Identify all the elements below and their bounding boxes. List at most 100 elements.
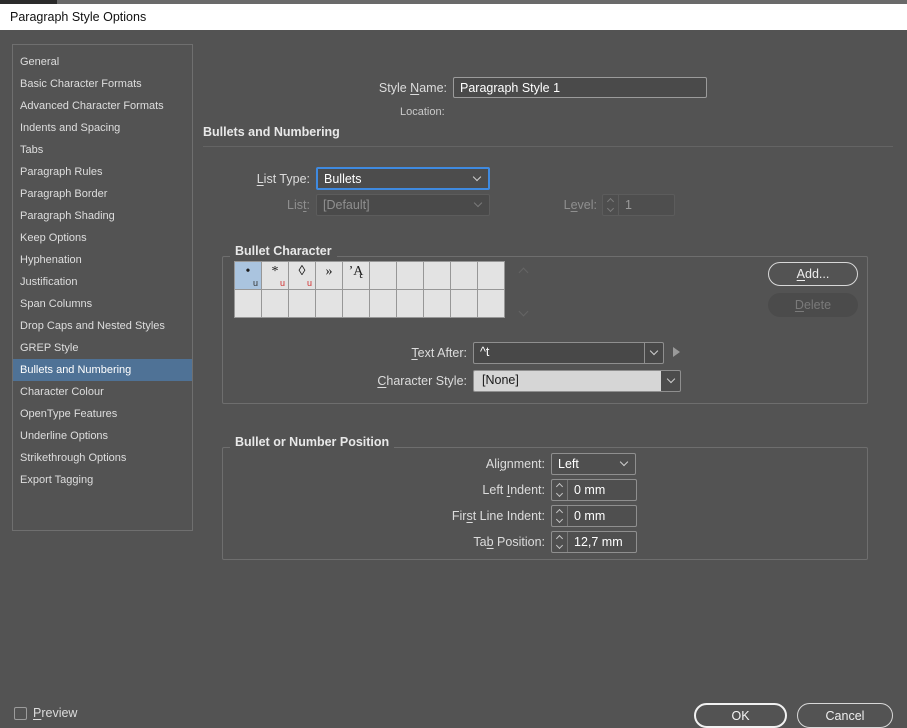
sidebar-item-paragraph-rules[interactable]: Paragraph Rules bbox=[13, 161, 192, 183]
chevron-down-icon bbox=[473, 172, 481, 180]
first-line-indent-value: 0 mm bbox=[568, 509, 605, 523]
alignment-dropdown[interactable]: Left bbox=[551, 453, 636, 475]
sidebar-item-strikethrough-options[interactable]: Strikethrough Options bbox=[13, 447, 192, 469]
level-label: Level: bbox=[500, 198, 597, 212]
list-type-label: List Type: bbox=[180, 172, 310, 186]
window-title: Paragraph Style Options bbox=[10, 4, 146, 30]
sidebar-item-grep-style[interactable]: GREP Style bbox=[13, 337, 192, 359]
bullet-glyph-cell[interactable] bbox=[288, 289, 316, 318]
sidebar-item-character-colour[interactable]: Character Colour bbox=[13, 381, 192, 403]
text-after-value: ^t bbox=[474, 343, 644, 363]
bullet-glyph-cell[interactable]: ◊u bbox=[288, 261, 316, 290]
section-divider bbox=[203, 146, 893, 147]
bullet-glyph-cell[interactable] bbox=[423, 289, 451, 318]
list-type-dropdown[interactable]: Bullets bbox=[316, 167, 490, 190]
bullet-glyph-cell[interactable] bbox=[396, 261, 424, 290]
unicode-marker: u bbox=[280, 278, 285, 288]
stepper-arrows-icon[interactable] bbox=[552, 480, 568, 500]
bullet-glyph-cell[interactable] bbox=[369, 289, 397, 318]
list-label: List: bbox=[180, 198, 310, 212]
cancel-button[interactable]: Cancel bbox=[797, 703, 893, 728]
stepper-arrows-icon[interactable] bbox=[603, 195, 619, 215]
list-type-value: Bullets bbox=[324, 172, 362, 186]
sidebar-item-indents-and-spacing[interactable]: Indents and Spacing bbox=[13, 117, 192, 139]
list-dropdown[interactable]: [Default] bbox=[316, 194, 490, 216]
left-indent-stepper[interactable]: 0 mm bbox=[551, 479, 637, 501]
bullet-glyph-cell[interactable] bbox=[342, 289, 370, 318]
sidebar-item-drop-caps-and-nested-styles[interactable]: Drop Caps and Nested Styles bbox=[13, 315, 192, 337]
text-after-flyout-icon[interactable] bbox=[673, 347, 680, 357]
text-after-label: Text After: bbox=[337, 346, 467, 360]
sidebar-item-paragraph-border[interactable]: Paragraph Border bbox=[13, 183, 192, 205]
bullet-character-group-title: Bullet Character bbox=[230, 244, 337, 258]
sidebar-item-opentype-features[interactable]: OpenType Features bbox=[13, 403, 192, 425]
bullet-glyph-cell[interactable] bbox=[477, 261, 505, 290]
unicode-marker: u bbox=[253, 278, 258, 288]
list-value: [Default] bbox=[323, 198, 370, 212]
sidebar-item-underline-options[interactable]: Underline Options bbox=[13, 425, 192, 447]
tab-position-value: 12,7 mm bbox=[568, 535, 623, 549]
sidebar-item-general[interactable]: General bbox=[13, 51, 192, 73]
stepper-arrows-icon[interactable] bbox=[552, 532, 568, 552]
sidebar-item-span-columns[interactable]: Span Columns bbox=[13, 293, 192, 315]
bullet-glyph-cell[interactable] bbox=[423, 261, 451, 290]
preview-checkbox[interactable] bbox=[14, 707, 27, 720]
first-line-indent-stepper[interactable]: 0 mm bbox=[551, 505, 637, 527]
unicode-marker: u bbox=[307, 278, 312, 288]
first-line-indent-label: First Line Indent: bbox=[345, 509, 545, 523]
text-after-dropdown-button[interactable] bbox=[644, 343, 663, 363]
chevron-down-icon bbox=[620, 458, 628, 466]
left-indent-label: Left Indent: bbox=[345, 483, 545, 497]
sidebar: GeneralBasic Character FormatsAdvanced C… bbox=[12, 44, 193, 531]
character-style-value: [None] bbox=[482, 373, 519, 387]
alignment-label: Alignment: bbox=[345, 457, 545, 471]
bullet-glyph-grid: •u*u◊u»ʼĄ bbox=[234, 261, 516, 317]
character-style-dropdown[interactable]: [None] bbox=[473, 370, 662, 392]
bullet-glyph-cell[interactable] bbox=[450, 289, 478, 318]
stepper-arrows-icon[interactable] bbox=[552, 506, 568, 526]
bullet-glyph-cell[interactable] bbox=[261, 289, 289, 318]
bullet-glyph: ʼĄ bbox=[343, 264, 369, 280]
window-titlebar: Paragraph Style Options bbox=[0, 4, 907, 30]
sidebar-item-advanced-character-formats[interactable]: Advanced Character Formats bbox=[13, 95, 192, 117]
bullet-glyph: » bbox=[316, 264, 342, 280]
text-after-combo[interactable]: ^t bbox=[473, 342, 664, 364]
sidebar-item-bullets-and-numbering[interactable]: Bullets and Numbering bbox=[13, 359, 192, 381]
bullet-glyph-cell[interactable]: •u bbox=[234, 261, 262, 290]
dialog-body: GeneralBasic Character FormatsAdvanced C… bbox=[0, 30, 907, 718]
bullet-glyph-cell[interactable] bbox=[234, 289, 262, 318]
sidebar-item-justification[interactable]: Justification bbox=[13, 271, 192, 293]
bullet-glyph-cell[interactable]: ʼĄ bbox=[342, 261, 370, 290]
character-style-label: Character Style: bbox=[337, 374, 467, 388]
location-label: Location: bbox=[400, 106, 445, 118]
style-name-input[interactable] bbox=[453, 77, 707, 98]
ok-button[interactable]: OK bbox=[694, 703, 787, 728]
bullet-glyph-cell[interactable] bbox=[369, 261, 397, 290]
character-style-dropdown-button[interactable] bbox=[661, 370, 681, 392]
level-stepper[interactable]: 1 bbox=[602, 194, 675, 216]
add-button[interactable]: Add... bbox=[768, 262, 858, 286]
sidebar-item-hyphenation[interactable]: Hyphenation bbox=[13, 249, 192, 271]
delete-button[interactable]: Delete bbox=[768, 293, 858, 317]
chevron-down-icon bbox=[474, 199, 482, 207]
bullet-position-group bbox=[222, 447, 868, 560]
panel-section-title: Bullets and Numbering bbox=[203, 125, 340, 139]
bullet-glyph-cell[interactable] bbox=[450, 261, 478, 290]
sidebar-item-keep-options[interactable]: Keep Options bbox=[13, 227, 192, 249]
bullet-glyph-cell[interactable]: *u bbox=[261, 261, 289, 290]
left-indent-value: 0 mm bbox=[568, 483, 605, 497]
sidebar-item-basic-character-formats[interactable]: Basic Character Formats bbox=[13, 73, 192, 95]
bullet-glyph-cell[interactable] bbox=[315, 289, 343, 318]
bullet-position-group-title: Bullet or Number Position bbox=[230, 435, 394, 449]
sidebar-item-tabs[interactable]: Tabs bbox=[13, 139, 192, 161]
sidebar-item-export-tagging[interactable]: Export Tagging bbox=[13, 469, 192, 491]
level-value: 1 bbox=[619, 198, 632, 212]
chevron-down-icon bbox=[667, 375, 675, 383]
bullet-glyph-cell[interactable]: » bbox=[315, 261, 343, 290]
tab-position-stepper[interactable]: 12,7 mm bbox=[551, 531, 637, 553]
bullet-glyph-cell[interactable] bbox=[396, 289, 424, 318]
sidebar-item-paragraph-shading[interactable]: Paragraph Shading bbox=[13, 205, 192, 227]
alignment-value: Left bbox=[558, 457, 579, 471]
bullet-glyph-cell[interactable] bbox=[477, 289, 505, 318]
chevron-down-icon bbox=[650, 347, 658, 355]
